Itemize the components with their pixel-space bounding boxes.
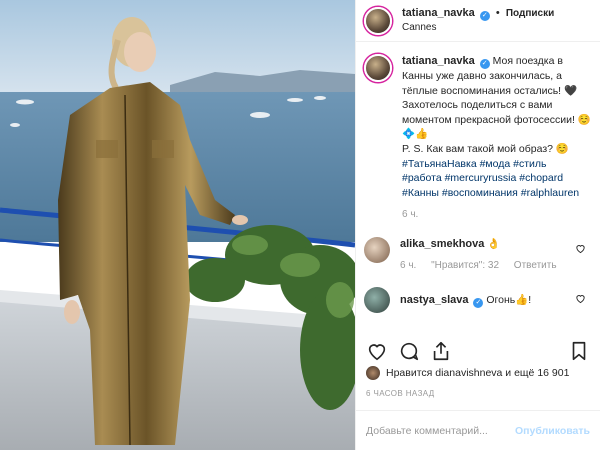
comment-text: Огонь👍!: [486, 293, 532, 306]
hashtags-line[interactable]: #Канны #воспоминания #ralphlauren: [402, 187, 579, 199]
separator-dot: •: [495, 7, 500, 19]
caption-avatar[interactable]: [364, 54, 392, 82]
location-link[interactable]: Cannes: [402, 21, 554, 35]
hashtags-line[interactable]: #ТатьянаНавка #мода #стиль: [402, 158, 547, 170]
commenter-avatar[interactable]: [364, 236, 390, 263]
hashtags-line[interactable]: #работа #mercuryrussia #chopard: [402, 172, 563, 184]
likes-row[interactable]: Нравится dianavishneva и ещё 16 901: [366, 366, 590, 380]
comment-text: 👌: [487, 237, 501, 250]
caption-meta: 6 ч.: [402, 208, 592, 223]
like-heart-icon[interactable]: [366, 340, 388, 362]
caption: tatiana_navka ✓ Моя поездка в Канны уже …: [364, 54, 592, 223]
comment-time[interactable]: 6 ч.: [400, 260, 416, 271]
post-header: tatiana_navka ✓ • Подписки Cannes: [356, 0, 600, 42]
header-text: tatiana_navka ✓ • Подписки Cannes: [402, 6, 554, 35]
author-avatar[interactable]: [364, 6, 392, 35]
photo-canvas: [0, 0, 355, 450]
post-photo[interactable]: [0, 0, 355, 450]
caption-time[interactable]: 6 ч.: [402, 209, 418, 220]
comment-icon[interactable]: [398, 340, 420, 362]
post-timestamp[interactable]: 6 ЧАСОВ НАЗАД: [366, 389, 435, 398]
post-panel: tatiana_navka ✓ • Подписки Cannes tatian…: [355, 0, 600, 450]
verified-icon: ✓: [473, 297, 484, 308]
comments-section[interactable]: tatiana_navka ✓ Моя поездка в Канны уже …: [356, 42, 600, 332]
comment-meta: 6 ч. "Нравится": 32 Ответить: [400, 259, 569, 273]
caption-username[interactable]: tatiana_navka: [402, 55, 475, 67]
likes-text[interactable]: Нравится dianavishneva и ещё 16 901: [386, 367, 569, 379]
comment-likes[interactable]: "Нравится": 32: [431, 260, 499, 271]
verified-icon: ✓: [479, 59, 490, 69]
commenter-avatar[interactable]: [364, 286, 390, 313]
caption-ps: P. S. Как вам такой мой образ? ☺️: [402, 142, 569, 155]
reply-button[interactable]: Ответить: [514, 260, 557, 271]
share-icon[interactable]: [430, 340, 452, 362]
commenter-username[interactable]: alika_smekhova: [400, 238, 484, 250]
comment-body: alika_smekhova 👌 6 ч. "Нравится": 32 Отв…: [400, 237, 569, 273]
comment-item: alika_smekhova 👌 6 ч. "Нравится": 32 Отв…: [364, 236, 592, 273]
caption-body: tatiana_navka ✓ Моя поездка в Канны уже …: [402, 54, 592, 223]
commenter-username[interactable]: nastya_slava: [400, 294, 469, 306]
comment-item: nastya_slava ✓ Огонь👍!: [364, 286, 592, 313]
liker-avatar: [366, 366, 380, 380]
heart-icon[interactable]: [575, 243, 586, 254]
following-button[interactable]: Подписки: [506, 8, 554, 19]
heart-icon[interactable]: [575, 293, 586, 304]
comment-input[interactable]: [366, 424, 516, 437]
publish-button[interactable]: Опубликовать: [515, 425, 590, 437]
action-bar: [356, 336, 600, 366]
verified-icon: ✓: [479, 11, 490, 21]
caption-text: Моя поездка в Канны уже давно закончилас…: [402, 55, 591, 141]
author-username[interactable]: tatiana_navka: [402, 7, 475, 19]
add-comment-bar: Опубликовать: [356, 410, 600, 450]
comment-body: nastya_slava ✓ Огонь👍!: [400, 293, 531, 308]
bookmark-icon[interactable]: [568, 340, 590, 362]
